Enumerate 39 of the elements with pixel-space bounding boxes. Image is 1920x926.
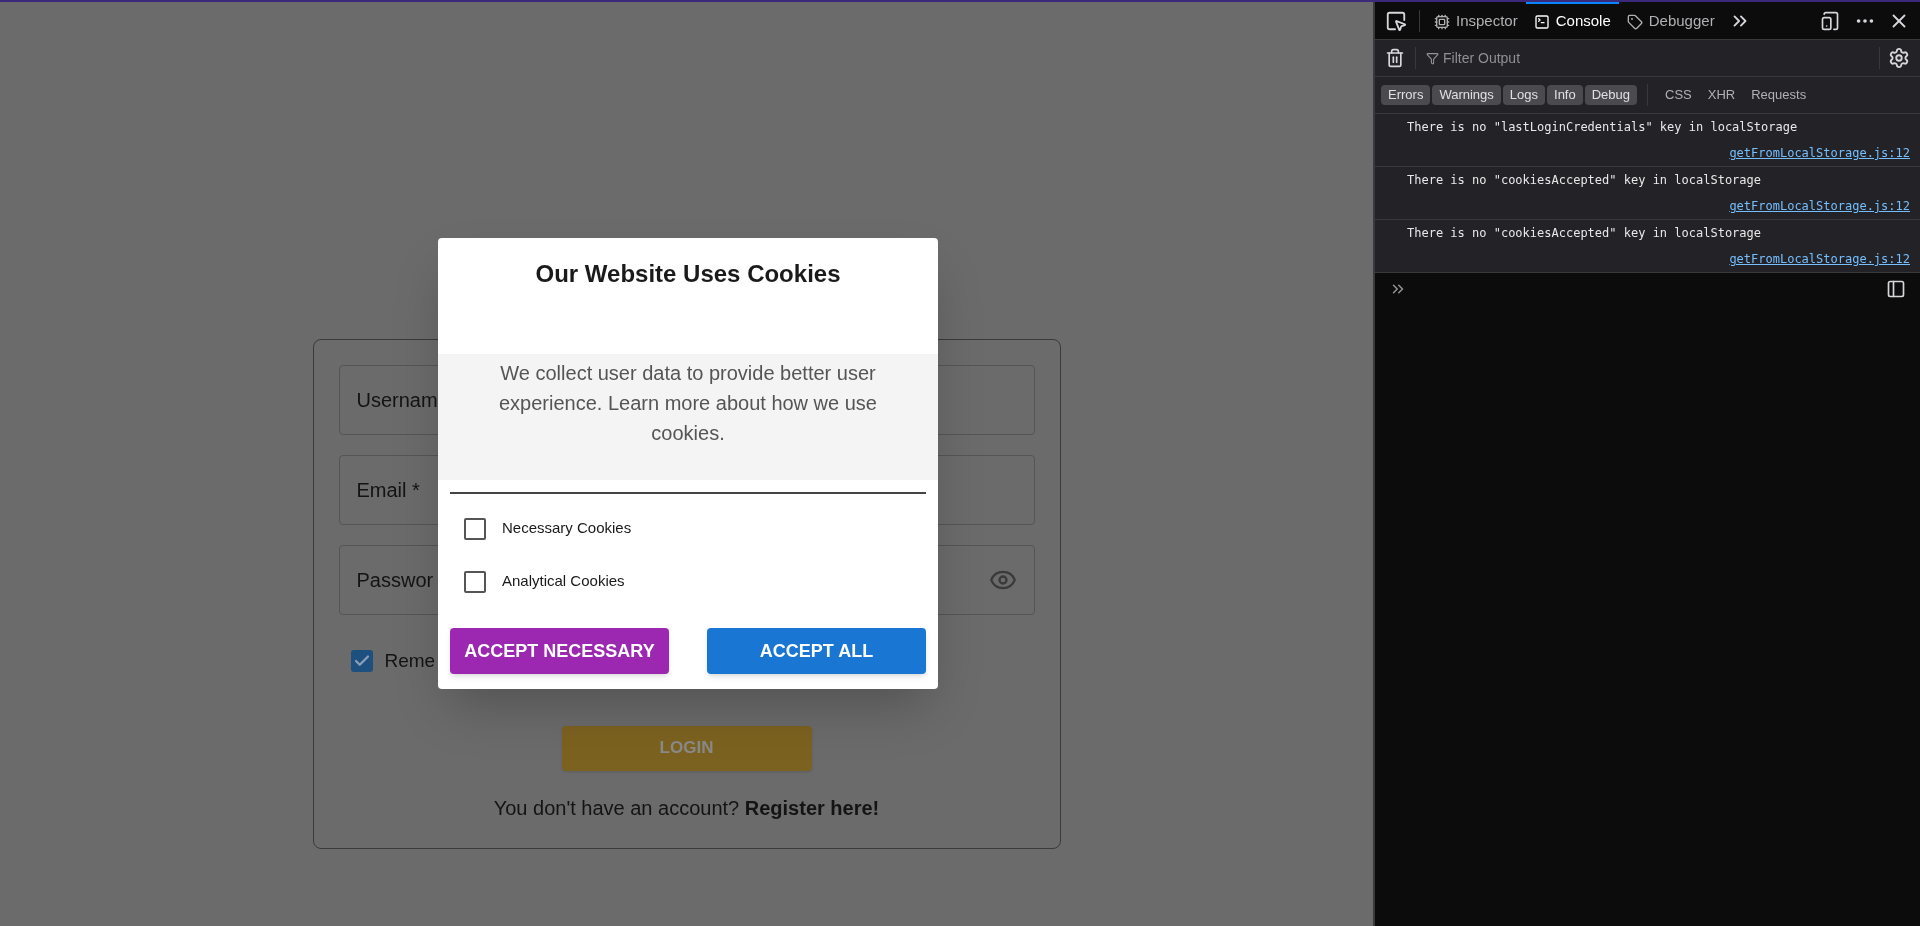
element-picker-icon[interactable] [1385, 9, 1407, 32]
terminal-icon [1533, 13, 1550, 30]
field-label: Email * [356, 478, 420, 503]
source-link[interactable]: getFromLocalStorage.js:12 [1729, 250, 1910, 268]
log-level-filter[interactable]: Warnings [1432, 85, 1501, 105]
message-text: There is no "cookiesAccepted" key in localStorage [1407, 225, 1762, 242]
cookie-checkbox[interactable] [464, 570, 486, 593]
log-level-filter[interactable]: Errors [1381, 85, 1431, 105]
log-level-filter[interactable]: Info [1547, 85, 1583, 105]
remember-checkbox[interactable] [350, 650, 373, 673]
remember-label: Reme [384, 649, 436, 673]
field-label: Usernam [356, 388, 438, 413]
sidebar-toggle-icon[interactable] [1886, 279, 1906, 299]
trash-icon[interactable] [1385, 48, 1405, 68]
log-level-filter[interactable]: Logs [1502, 85, 1546, 105]
dialog-description: We collect user data to provide better user experience. Learn more about how we use cookies. [498, 361, 878, 446]
log-level-filter[interactable]: Debug [1584, 85, 1638, 105]
register-prompt: You don't have an account? Register here! [492, 795, 881, 821]
devtools-tab[interactable]: Debugger [1618, 2, 1723, 40]
accept-necessary-button[interactable]: ACCEPT NECESSARY [450, 628, 669, 674]
request-type-filter[interactable]: XHR [1700, 85, 1743, 105]
filter-icon [1426, 51, 1439, 65]
accept-all-button[interactable]: ACCEPT ALL [707, 628, 926, 674]
cookie-checkbox[interactable] [464, 517, 486, 540]
responsive-design-icon[interactable] [1820, 10, 1840, 31]
request-type-filter[interactable]: CSS [1658, 85, 1699, 105]
request-type-filter[interactable]: Requests [1744, 85, 1814, 105]
message-text: There is no "cookiesAccepted" key in localStorage [1407, 172, 1762, 189]
chip-icon [1434, 13, 1450, 30]
settings-icon[interactable] [1888, 47, 1910, 69]
option-label: Analytical Cookies [502, 571, 625, 592]
message-text: There is no "lastLoginCredentials" key in localStorage [1407, 119, 1799, 136]
devtools-tab[interactable]: Inspector [1426, 2, 1526, 40]
source-link[interactable]: getFromLocalStorage.js:12 [1729, 144, 1910, 162]
tag-icon [1626, 13, 1643, 30]
field-label: Passwor [356, 568, 434, 593]
option-label: Necessary Cookies [502, 518, 632, 539]
source-link[interactable]: getFromLocalStorage.js:12 [1729, 197, 1910, 215]
dialog-title: Our Website Uses Cookies [534, 259, 842, 289]
